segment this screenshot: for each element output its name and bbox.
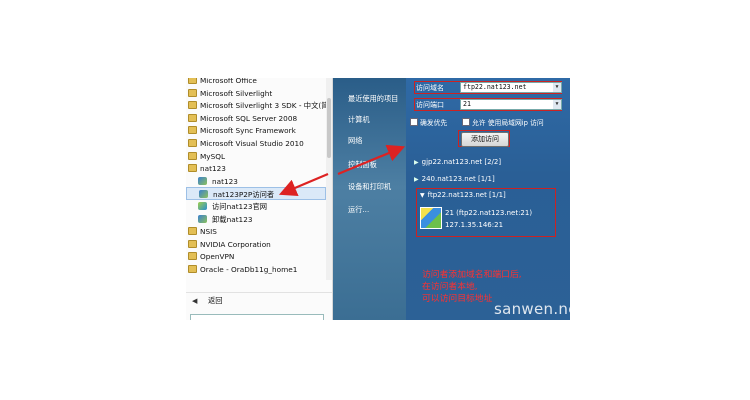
nat123-visitor-panel: 访问域名 ftp22.nat123.net ▼ 访问端口 21 ▼ 确发优先 允… — [406, 78, 570, 320]
folder-icon — [188, 139, 197, 147]
app-icon — [198, 202, 207, 210]
entry-domain: ▼ ftp22.nat123.net [1/1] — [420, 191, 506, 199]
program-label: nat123 — [212, 176, 238, 186]
program-item[interactable]: 卸载nat123 — [186, 213, 326, 226]
lan-ip-label: 允许 使用局域网ip 访问 — [472, 119, 544, 127]
program-label: NSIS — [200, 227, 217, 237]
program-label: Microsoft Visual Studio 2010 — [200, 139, 304, 148]
domain-select[interactable]: ftp22.nat123.net ▼ — [460, 82, 562, 93]
domain-value: ftp22.nat123.net — [463, 83, 527, 91]
folder-icon — [188, 126, 197, 135]
start-menu-programs: Microsoft Office Microsoft Silverlight Mic… — [186, 78, 333, 320]
control-panel-link[interactable]: 控制面板 — [348, 160, 377, 170]
app-icon — [198, 176, 207, 185]
program-list: Microsoft Office Microsoft Silverlight Mic… — [186, 78, 332, 280]
triangle-icon: ▼ — [420, 192, 425, 199]
folder-icon — [188, 252, 197, 261]
program-item[interactable]: Microsoft Sync Framework — [186, 124, 326, 137]
start-menu-right-column: 最近使用的项目 计算机 网络 控制面板 设备和打印机 运行... — [333, 78, 406, 320]
recent-items-link[interactable]: 最近使用的项目 — [348, 94, 398, 104]
program-item[interactable]: nat123 — [186, 162, 326, 175]
domain-label: 访问域名 — [416, 84, 444, 92]
program-label: NVIDIA Corporation — [200, 239, 271, 249]
program-label: Microsoft Silverlight 3 SDK - 中文(简 — [200, 101, 326, 111]
folder-icon — [188, 78, 197, 84]
program-label: Oracle - OraDb11g_home1 — [200, 265, 298, 274]
folder-icon — [188, 101, 197, 110]
port-value: 21 — [463, 100, 471, 108]
folder-icon — [188, 227, 197, 236]
program-item[interactable]: Microsoft Silverlight 3 SDK - 中文(简 — [186, 99, 326, 112]
program-item[interactable]: Microsoft Silverlight — [186, 87, 326, 100]
folder-icon — [188, 88, 197, 97]
chevron-down-icon[interactable]: ▼ — [553, 100, 561, 109]
back-arrow-icon: ◀ — [192, 297, 198, 305]
program-label: Microsoft SQL Server 2008 — [200, 113, 298, 123]
devices-printers-link[interactable]: 设备和打印机 — [348, 182, 391, 192]
program-label: 卸载nat123 — [212, 214, 253, 224]
program-item[interactable]: OpenVPN — [186, 250, 326, 263]
folder-icon — [188, 239, 197, 248]
program-label: Microsoft Sync Framework — [200, 126, 296, 136]
triangle-icon: ▶ — [414, 159, 419, 166]
app-icon — [198, 214, 207, 223]
watermark: sanwen.net — [494, 300, 570, 318]
program-item[interactable]: nat123 — [186, 175, 326, 188]
back-button[interactable]: ◀ 返回 — [186, 292, 332, 309]
program-item[interactable]: 访问nat123官网 — [186, 200, 326, 213]
run-link[interactable]: 运行... — [348, 205, 369, 215]
program-item[interactable]: NVIDIA Corporation — [186, 238, 326, 251]
network-link[interactable]: 网络 — [348, 136, 362, 146]
program-label: nat123P2P访问者 — [213, 190, 275, 200]
program-item[interactable]: MySQL — [186, 150, 326, 163]
program-item[interactable]: nat123P2P访问者 — [186, 187, 326, 201]
nat123-app-icon — [420, 207, 442, 229]
entry-port-mapping: 21 (ftp22.nat123.net:21) — [445, 209, 533, 217]
back-label: 返回 — [208, 296, 223, 305]
folder-icon — [188, 151, 197, 160]
program-item[interactable]: Microsoft Visual Studio 2010 — [186, 137, 326, 150]
program-label: Microsoft Silverlight — [200, 88, 273, 98]
program-label: nat123 — [200, 164, 226, 174]
program-item[interactable]: NSIS — [186, 225, 326, 238]
app-icon — [199, 190, 208, 199]
program-label: 访问nat123官网 — [212, 202, 268, 211]
domain-list-item[interactable]: ▶ 240.nat123.net [1/1] — [414, 175, 495, 183]
triangle-icon: ▶ — [414, 176, 419, 183]
program-label: MySQL — [200, 151, 226, 161]
program-item[interactable]: Microsoft SQL Server 2008 — [186, 112, 326, 125]
priority-label: 确发优先 — [420, 119, 448, 127]
chevron-down-icon[interactable]: ▼ — [553, 83, 561, 92]
scrollbar-thumb[interactable] — [327, 98, 331, 158]
active-visit-entry[interactable]: ▼ ftp22.nat123.net [1/1] 21 (ftp22.nat123… — [416, 188, 556, 237]
folder-icon — [188, 113, 197, 122]
priority-checkbox[interactable] — [410, 118, 418, 126]
screenshot: Microsoft Office Microsoft Silverlight Mic… — [186, 78, 570, 320]
port-select[interactable]: 21 ▼ — [460, 99, 562, 110]
folder-icon — [188, 265, 197, 273]
lan-ip-checkbox[interactable] — [462, 118, 470, 126]
search-input[interactable] — [190, 314, 324, 320]
folder-icon — [188, 164, 197, 173]
domain-list-item[interactable]: ▶ gjp22.nat123.net [2/2] — [414, 158, 501, 166]
add-visit-button[interactable]: 添加访问 — [461, 132, 509, 147]
program-label: OpenVPN — [200, 252, 235, 262]
computer-link[interactable]: 计算机 — [348, 115, 370, 125]
program-item[interactable]: Oracle - OraDb11g_home1 — [186, 263, 326, 276]
annotation-line-3: 可以访问目标地址 — [422, 294, 493, 304]
port-label: 访问端口 — [416, 101, 444, 109]
entry-local-address: 127.1.35.146:21 — [445, 221, 504, 229]
